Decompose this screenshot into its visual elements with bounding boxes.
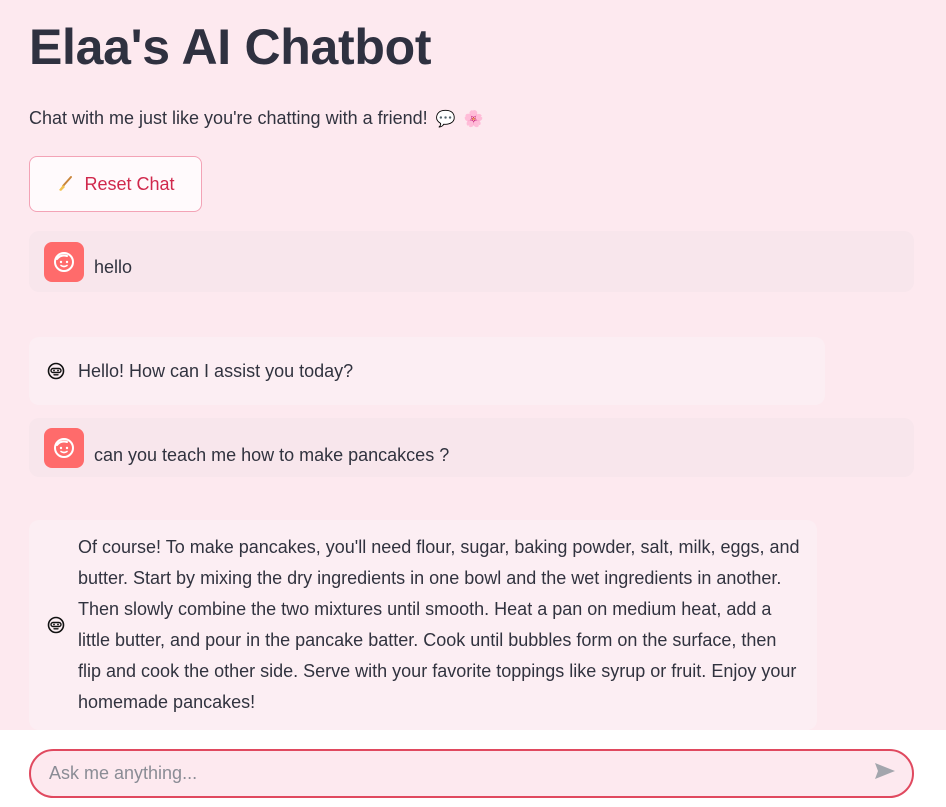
send-button[interactable] — [872, 761, 898, 787]
speech-bubble-emoji: 💬 — [435, 110, 456, 128]
message-text: Hello! How can I assist you today? — [78, 361, 354, 381]
chat-message-assistant: Of course! To make pancakes, you'll need… — [29, 520, 817, 730]
chat-message-user: hello — [29, 231, 914, 292]
chat-input[interactable] — [49, 763, 872, 784]
reset-chat-button[interactable]: Reset Chat — [29, 156, 202, 212]
subtitle-text: Chat with me just like you're chatting w… — [29, 108, 428, 128]
message-text: Of course! To make pancakes, you'll need… — [78, 537, 800, 712]
message-text: can you teach me how to make pancakces ? — [94, 445, 450, 465]
message-text: hello — [94, 257, 133, 277]
chat-input-container — [29, 749, 914, 798]
app-page: Elaa's AI Chatbot Chat with me just like… — [0, 0, 946, 807]
broom-icon — [56, 175, 74, 193]
page-subtitle: Chat with me just like you're chatting w… — [29, 108, 483, 129]
chat-message-user: can you teach me how to make pancakces ? — [29, 418, 914, 477]
user-face-icon — [44, 428, 84, 468]
reset-chat-label: Reset Chat — [84, 173, 175, 194]
page-title: Elaa's AI Chatbot — [29, 19, 432, 75]
send-icon — [873, 761, 897, 786]
chat-message-assistant: Hello! How can I assist you today? — [29, 337, 825, 405]
bot-face-icon — [45, 360, 67, 382]
bot-face-icon — [45, 614, 67, 636]
user-face-icon — [44, 242, 84, 282]
cherry-blossom-emoji: 🌸 — [463, 110, 484, 128]
